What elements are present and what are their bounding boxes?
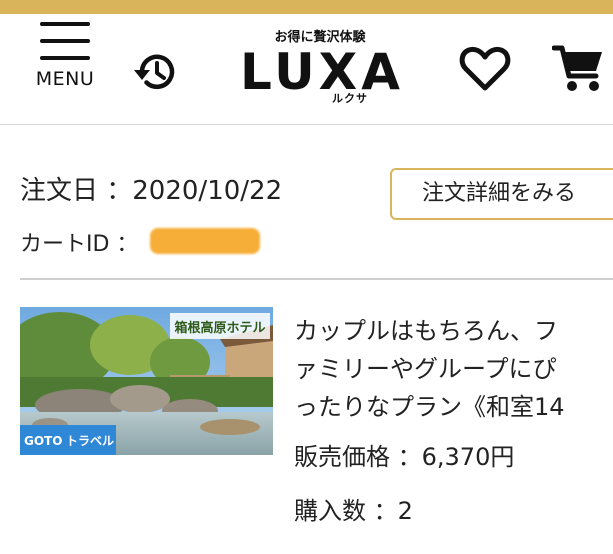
favorites-button[interactable]	[458, 44, 512, 94]
menu-icon	[40, 22, 90, 60]
logo-wordmark: LUXA	[240, 43, 404, 101]
menu-label: MENU	[35, 68, 95, 90]
top-accent-bar	[0, 0, 613, 14]
product-quantity: 購入数 ：2	[294, 497, 413, 525]
cart-id-redaction	[150, 228, 260, 254]
product-title-line: カップルはもちろん、フ	[294, 317, 558, 345]
history-button[interactable]	[132, 48, 180, 96]
history-icon	[134, 54, 175, 89]
luxa-logo[interactable]: お得に贅沢体験 LUXA ルクサ	[240, 24, 400, 108]
header-divider	[0, 124, 613, 125]
goto-badge: GOTO	[24, 434, 62, 448]
product-title-line: ったりなプラン《和室14	[294, 393, 565, 421]
product-title-line: ァミリーやグループにぴ	[294, 355, 557, 383]
onsen-photo: 箱根高原ホテル GOTO トラベル	[20, 307, 273, 455]
order-detail-button[interactable]: 注文詳細をみる	[390, 168, 613, 220]
product-image[interactable]: 箱根高原ホテル GOTO トラベル	[20, 307, 273, 455]
product-title[interactable]: カップルはもちろん、フ ァミリーやグループにぴ ったりなプラン《和室14	[294, 312, 613, 426]
cart-id-label: カートID ：	[20, 232, 139, 257]
cart-icon	[551, 45, 602, 91]
heart-icon	[459, 46, 511, 91]
travel-badge: トラベル	[66, 434, 114, 448]
logo-kana: ルクサ	[332, 92, 368, 105]
menu-button[interactable]: MENU	[34, 22, 96, 102]
cart-button[interactable]	[551, 42, 606, 96]
order-date: 注文日 ：2020/10/22	[20, 176, 283, 206]
content-divider	[20, 278, 613, 280]
product-price: 販売価格 ：6,370円	[294, 443, 515, 471]
image-hotel-name: 箱根高原ホテル	[174, 320, 265, 336]
